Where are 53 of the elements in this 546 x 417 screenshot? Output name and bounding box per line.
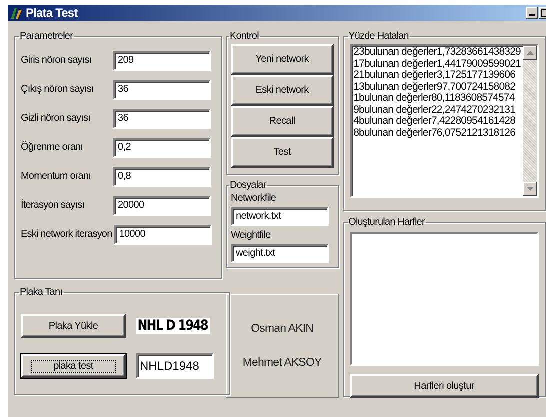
group-title: Yüzde Hataları — [348, 31, 410, 42]
field-label: Momentum oranı — [21, 171, 92, 182]
input-field[interactable]: 20000 — [113, 196, 211, 216]
author-name: Mehmet AKSOY — [242, 357, 322, 369]
input-field[interactable]: 0,2 — [113, 138, 211, 158]
maximize-icon — [541, 9, 546, 17]
group-title: Kontrol — [229, 31, 260, 42]
field-label: Çıkış nöron sayısı — [21, 84, 95, 95]
field-label: Gizli nöron sayısı — [21, 113, 92, 124]
list-item: 17bulunan değerler1,44179009599021 — [354, 58, 521, 70]
input-field[interactable]: 36 — [113, 80, 211, 100]
group-title: Dosyalar — [229, 180, 268, 191]
control-button[interactable]: Test — [231, 137, 334, 168]
create-letters-button[interactable]: Harfleri oluştur — [350, 374, 539, 398]
field-label: Giris nöron sayısı — [21, 55, 93, 66]
scroll-down-icon — [526, 187, 534, 191]
scrollbar[interactable] — [523, 46, 537, 196]
control-button[interactable]: Eski network — [231, 75, 334, 106]
field-label: İterasyon sayısı — [21, 200, 86, 211]
field-label: Weightfile — [231, 229, 272, 243]
field-label: Öğrenme oranı — [21, 142, 84, 153]
field-label: Networkfile — [231, 192, 278, 206]
input-field[interactable]: 209 — [113, 50, 211, 70]
input-field[interactable]: 10000 — [114, 224, 212, 244]
scroll-up-icon — [526, 51, 534, 55]
letters-text-area[interactable] — [350, 232, 539, 366]
group-title: Oluşturulan Harfler — [348, 217, 426, 228]
maximize-button[interactable] — [539, 7, 546, 19]
field-label: Eski network iterasyon — [21, 229, 112, 240]
input-field[interactable]: 36 — [113, 108, 211, 128]
list-item: 4bulunan değerler7,42280954161428 — [354, 116, 517, 128]
input-field[interactable]: network.txt — [231, 207, 329, 226]
list-item: 23bulunan değerler1,73283661438329 — [354, 47, 521, 58]
input-field[interactable]: weight.txt — [231, 244, 329, 263]
control-button[interactable]: Yeni network — [231, 44, 334, 75]
plate-test-button[interactable]: plaka test — [21, 354, 126, 378]
list-item: 21bulunan değerler3,1725177139606 — [354, 70, 516, 82]
author-name: Osman AKIN — [251, 323, 314, 335]
control-button[interactable]: Recall — [231, 106, 334, 137]
minimize-icon — [529, 14, 535, 16]
plate-image: NHL D 1948 — [136, 318, 210, 334]
load-plate-button[interactable]: Plaka Yükle — [21, 314, 126, 338]
list-item: 13bulunan değerler97,700724158082 — [354, 82, 517, 92]
input-field[interactable]: 0,8 — [113, 166, 211, 186]
group-title: Parametreler — [19, 31, 74, 42]
window-title: Plata Test — [26, 6, 80, 20]
app-icon — [10, 6, 23, 20]
group-title: Plaka Tanı — [19, 287, 64, 298]
list-item: 9bulunan değerler22,2474270232131 — [354, 104, 517, 116]
list-item: 1bulunan değerler80,1183608574574 — [354, 93, 515, 104]
minimize-button[interactable] — [526, 7, 538, 19]
result-field[interactable]: NHLD1948 — [136, 353, 214, 379]
list-item: 8bulunan değerler76,0752121318126 — [354, 128, 517, 139]
